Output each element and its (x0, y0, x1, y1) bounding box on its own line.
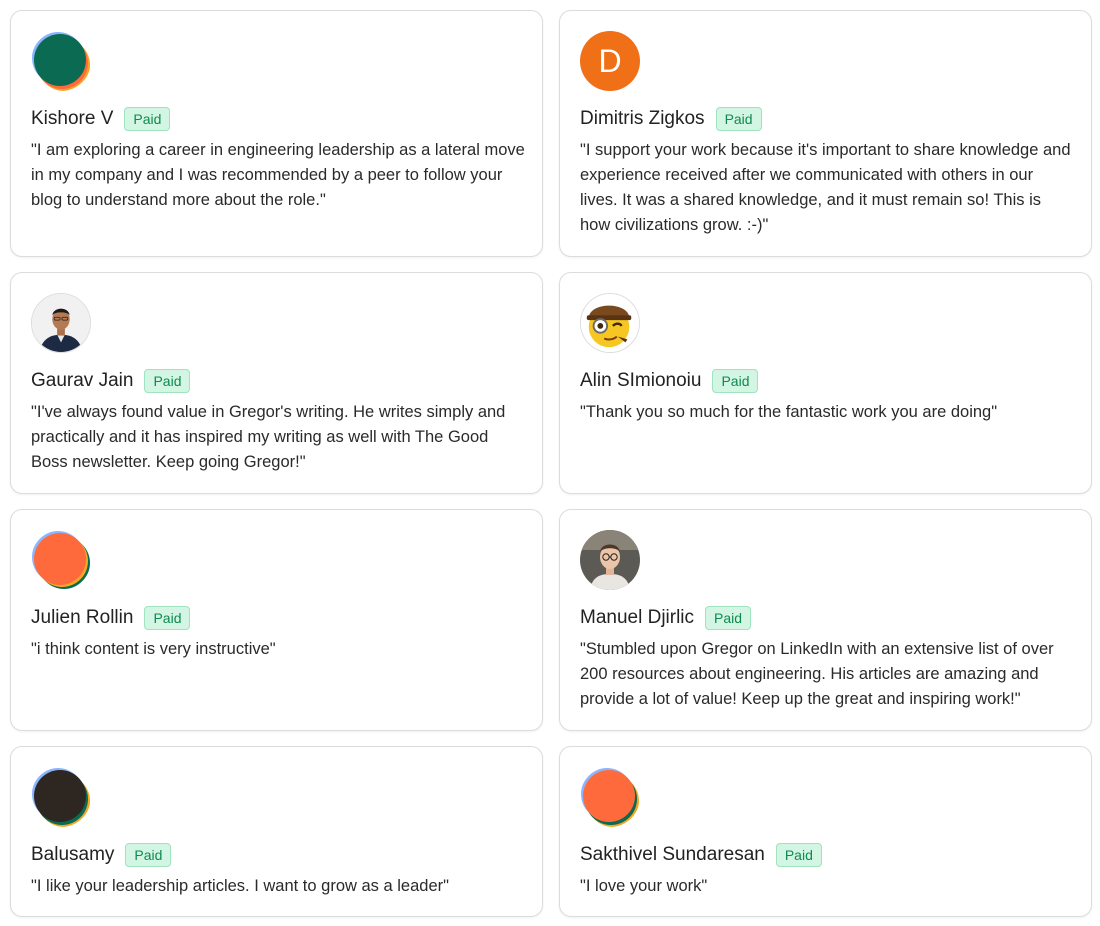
avatar[interactable] (31, 31, 91, 91)
testimonial-quote: "I've always found value in Gregor's wri… (31, 403, 506, 471)
testimonial-card: Manuel Djirlic Paid "Stumbled upon Grego… (559, 509, 1092, 731)
avatar[interactable] (31, 530, 91, 590)
avatar[interactable] (31, 767, 91, 827)
user-name: Sakthivel Sundaresan (580, 844, 765, 865)
paid-badge: Paid (775, 843, 822, 867)
user-name: Alin SImionoiu (580, 370, 702, 391)
testimonial-quote: "Stumbled upon Gregor on LinkedIn with a… (580, 640, 1054, 708)
avatar[interactable] (580, 767, 640, 827)
testimonial-card: Alin SImionoiu Paid "Thank you so much f… (559, 272, 1092, 494)
testimonial-quote: "Thank you so much for the fantastic wor… (580, 403, 998, 421)
paid-badge: Paid (715, 107, 762, 131)
paid-badge: Paid (124, 107, 171, 131)
paid-badge: Paid (705, 606, 752, 630)
testimonial-card: Sakthivel Sundaresan Paid "I love your w… (559, 746, 1092, 917)
avatar[interactable] (580, 530, 640, 590)
paid-badge: Paid (125, 843, 172, 867)
testimonial-card: D Dimitris Zigkos Paid "I support your w… (559, 10, 1092, 257)
testimonial-card: Kishore V Paid "I am exploring a career … (10, 10, 543, 257)
avatar[interactable] (31, 293, 91, 353)
user-name: Dimitris Zigkos (580, 108, 705, 129)
user-name: Manuel Djirlic (580, 607, 695, 628)
detective-emoji-icon[interactable] (580, 293, 640, 353)
testimonial-quote: "I am exploring a career in engineering … (31, 141, 525, 209)
testimonial-card: Balusamy Paid "I like your leadership ar… (10, 746, 543, 917)
testimonial-card: Julien Rollin Paid "i think content is v… (10, 509, 543, 731)
avatar[interactable]: D (580, 31, 640, 91)
paid-badge: Paid (712, 369, 759, 393)
testimonial-quote: "i think content is very instructive" (31, 640, 276, 658)
testimonial-card: Gaurav Jain Paid "I've always found valu… (10, 272, 543, 494)
user-name: Balusamy (31, 844, 115, 865)
testimonial-quote: "I love your work" (580, 877, 708, 895)
user-name: Kishore V (31, 108, 114, 129)
paid-badge: Paid (144, 606, 191, 630)
testimonial-quote: "I support your work because it's import… (580, 141, 1071, 234)
user-name: Julien Rollin (31, 607, 134, 628)
testimonial-quote: "I like your leadership articles. I want… (31, 877, 449, 895)
user-name: Gaurav Jain (31, 370, 134, 391)
paid-badge: Paid (144, 369, 191, 393)
